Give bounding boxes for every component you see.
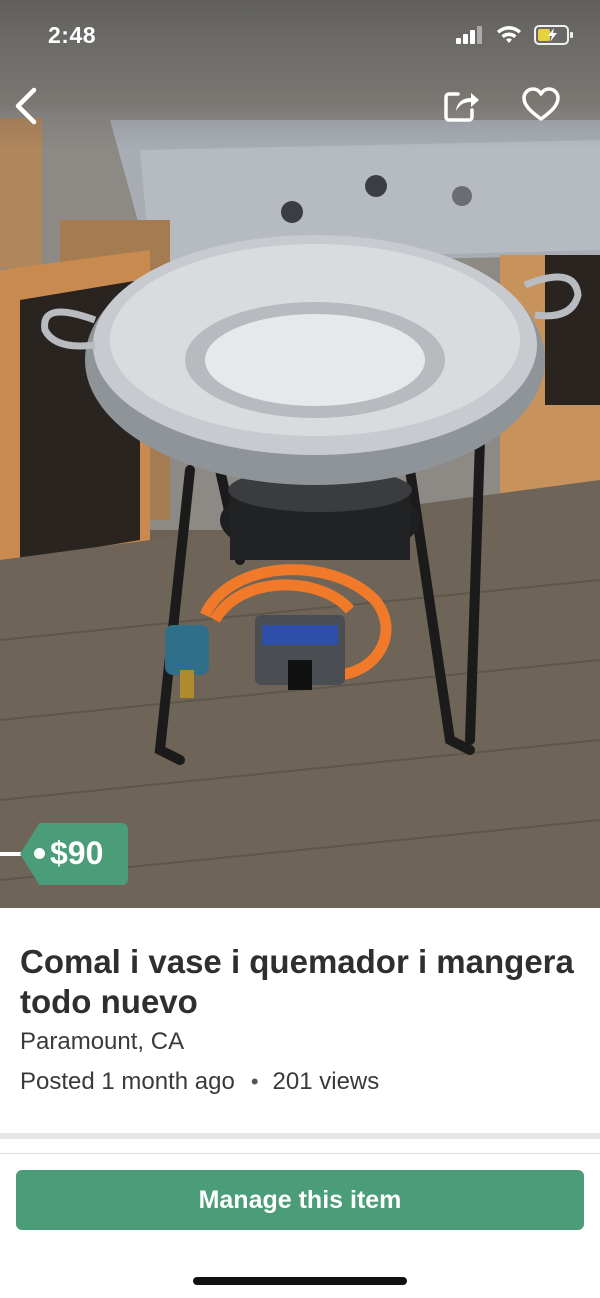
price-tag-hole xyxy=(34,848,45,859)
back-button[interactable] xyxy=(8,84,48,128)
price-tag: $90 xyxy=(0,823,132,885)
listing-photo[interactable] xyxy=(0,0,600,908)
share-icon xyxy=(444,92,479,122)
home-indicator[interactable] xyxy=(193,1277,407,1285)
cellular-signal-icon xyxy=(456,26,482,44)
status-icons xyxy=(456,24,574,46)
view-count: 201 views xyxy=(272,1068,380,1095)
button-bar-divider xyxy=(0,1153,600,1154)
share-button[interactable] xyxy=(440,84,482,126)
status-time: 2:48 xyxy=(48,22,97,48)
chevron-left-icon xyxy=(15,87,37,125)
favorite-button[interactable] xyxy=(520,84,562,126)
price-amount: $90 xyxy=(50,835,104,871)
manage-item-button[interactable]: Manage this item xyxy=(16,1170,584,1230)
heart-icon xyxy=(522,87,560,121)
wifi-icon xyxy=(497,26,521,43)
posted-time: Posted 1 month ago xyxy=(20,1068,235,1095)
battery-charging-icon xyxy=(534,25,573,45)
listing-title: Comal i vase i quemador i mangera todo n… xyxy=(20,943,574,1020)
status-bar: 2:48 xyxy=(0,0,600,70)
listing-details: Comal i vase i quemador i mangera todo n… xyxy=(0,908,600,1134)
section-divider xyxy=(0,1133,600,1139)
listing-location[interactable]: Paramount, CA xyxy=(20,1028,184,1056)
meta-separator: • xyxy=(250,1069,259,1094)
listing-meta: Posted 1 month ago • 201 views xyxy=(20,1068,379,1096)
